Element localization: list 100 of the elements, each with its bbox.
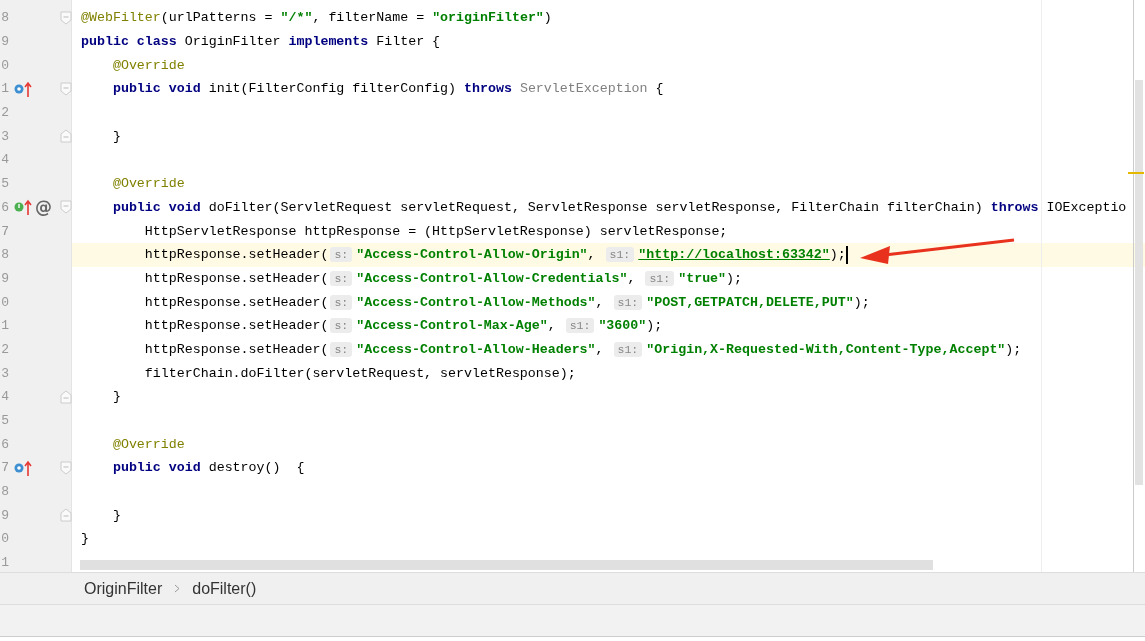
code-text: HttpServletResponse httpResponse = (HttpServletResponse) servletResponse;	[143, 223, 728, 239]
fold-marker-icon[interactable]	[60, 10, 72, 25]
override-marker-icon[interactable]	[14, 459, 32, 476]
warning-stripe-mark[interactable]	[1128, 172, 1144, 174]
line-number: 2	[0, 105, 9, 121]
line-number: 6	[0, 199, 9, 215]
fold-marker-icon[interactable]	[60, 129, 72, 144]
code-text: )	[543, 10, 552, 26]
override-marker-icon[interactable]	[14, 80, 32, 97]
keyword: public class	[81, 34, 177, 50]
parameter-hint: s1:	[613, 341, 643, 357]
line-number: 7	[0, 460, 9, 476]
string-literal: "POST,GETPATCH,DELETE,PUT"	[646, 294, 854, 310]
breadcrumb-item[interactable]: OriginFilter	[84, 579, 163, 598]
string-literal: "Access-Control-Max-Age"	[356, 318, 548, 334]
code-text: Filter {	[375, 34, 441, 50]
fold-marker-icon[interactable]	[60, 460, 72, 475]
line-number: 7	[0, 223, 9, 239]
code-text: httpResponse.setHeader(	[143, 318, 329, 334]
keyword: implements	[288, 34, 369, 50]
text-cursor	[845, 245, 848, 264]
line-number: 2	[0, 341, 9, 357]
string-literal: "Access-Control-Allow-Origin"	[356, 247, 588, 263]
keyword: public void	[111, 199, 201, 215]
line-number: 3	[0, 128, 9, 144]
line-number: 9	[0, 34, 9, 50]
code-text: }	[111, 128, 121, 144]
line-number: 9	[0, 507, 9, 523]
string-literal: "Access-Control-Allow-Methods"	[356, 294, 596, 310]
chevron-icon	[174, 584, 181, 593]
string-literal: "true"	[678, 270, 727, 286]
line-number: 0	[0, 294, 9, 310]
fold-marker-icon[interactable]	[60, 81, 72, 96]
line-number: 5	[0, 413, 9, 429]
fold-marker-icon[interactable]	[60, 389, 72, 404]
line-number: 4	[0, 389, 9, 405]
implement-marker-icon[interactable]	[14, 199, 32, 216]
code-text: }	[111, 389, 121, 405]
code-text: );	[1005, 341, 1022, 357]
line-number: 8	[0, 10, 9, 26]
code-text: }	[81, 531, 89, 547]
code-text: ,	[595, 294, 605, 310]
at-sign-marker[interactable]: @	[35, 198, 52, 216]
line-number: 8	[0, 247, 9, 263]
string-literal: "Origin,X-Requested-With,Content-Type,Accept"	[646, 341, 1006, 357]
parameter-hint: s1:	[613, 294, 643, 310]
keyword: public void	[111, 460, 201, 476]
line-number: 1	[0, 555, 9, 571]
code-text: httpResponse.setHeader(	[143, 341, 329, 357]
line-number: 8	[0, 484, 9, 500]
string-literal: "Access-Control-Allow-Headers"	[356, 341, 596, 357]
fold-marker-icon[interactable]	[60, 200, 72, 215]
string-literal: "originFilter"	[432, 10, 544, 26]
annotation: @Override	[111, 57, 185, 73]
string-literal: "3600"	[598, 318, 647, 334]
line-number: 1	[0, 81, 9, 97]
code-text: {	[654, 81, 664, 97]
line-number: 5	[0, 176, 9, 192]
code-text: httpResponse.setHeader(	[143, 247, 329, 263]
url-string-literal: "http://localhost:63342"	[638, 247, 830, 263]
line-number: 6	[0, 436, 9, 452]
annotation: @Override	[111, 176, 185, 192]
code-text: httpResponse.setHeader(	[143, 270, 329, 286]
code-text: destroy() {	[207, 460, 305, 476]
annotation: @WebFilter	[81, 10, 161, 26]
code-text: ,	[627, 270, 637, 286]
fold-marker-icon[interactable]	[60, 508, 72, 523]
parameter-hint: s1:	[565, 318, 595, 334]
keyword: throws	[464, 81, 512, 97]
code-text: init(FilterConfig filterConfig)	[207, 81, 458, 97]
code-text: filterChain.doFilter(servletRequest, servletResponse);	[143, 365, 576, 381]
parameter-hint: s1:	[645, 270, 675, 286]
keyword: throws	[990, 199, 1039, 215]
string-literal: "/*"	[280, 10, 313, 26]
code-text: httpResponse.setHeader(	[143, 294, 329, 310]
class-name: ServletException	[518, 81, 648, 97]
line-number: 4	[0, 152, 9, 168]
code-text: }	[111, 507, 121, 523]
code-text: );	[853, 294, 870, 310]
breadcrumb-item[interactable]: doFilter()	[192, 579, 257, 598]
code-text: );	[726, 270, 743, 286]
string-literal: "Access-Control-Allow-Credentials"	[356, 270, 628, 286]
line-number: 9	[0, 270, 9, 286]
line-number: 0	[0, 57, 9, 73]
code-text: IOExceptio	[1045, 199, 1127, 215]
code-text: );	[829, 247, 846, 263]
parameter-hint: s1:	[605, 247, 635, 263]
parameter-hint: s:	[330, 318, 353, 334]
code-text: ,	[595, 341, 605, 357]
horizontal-scrollbar[interactable]	[80, 560, 933, 570]
keyword: public void	[111, 81, 201, 97]
parameter-hint: s:	[330, 270, 353, 286]
code-text: (urlPatterns =	[160, 10, 274, 26]
code-text: );	[646, 318, 663, 334]
code-text: doFilter(ServletRequest servletRequest, ServletResponse servletResponse, FilterChain filterChain)	[207, 199, 984, 215]
code-text: ,	[587, 247, 597, 263]
code-text: , filterName =	[312, 10, 426, 26]
line-number: 1	[0, 318, 9, 334]
line-number: 0	[0, 531, 9, 547]
vertical-scrollbar[interactable]	[1135, 80, 1143, 485]
